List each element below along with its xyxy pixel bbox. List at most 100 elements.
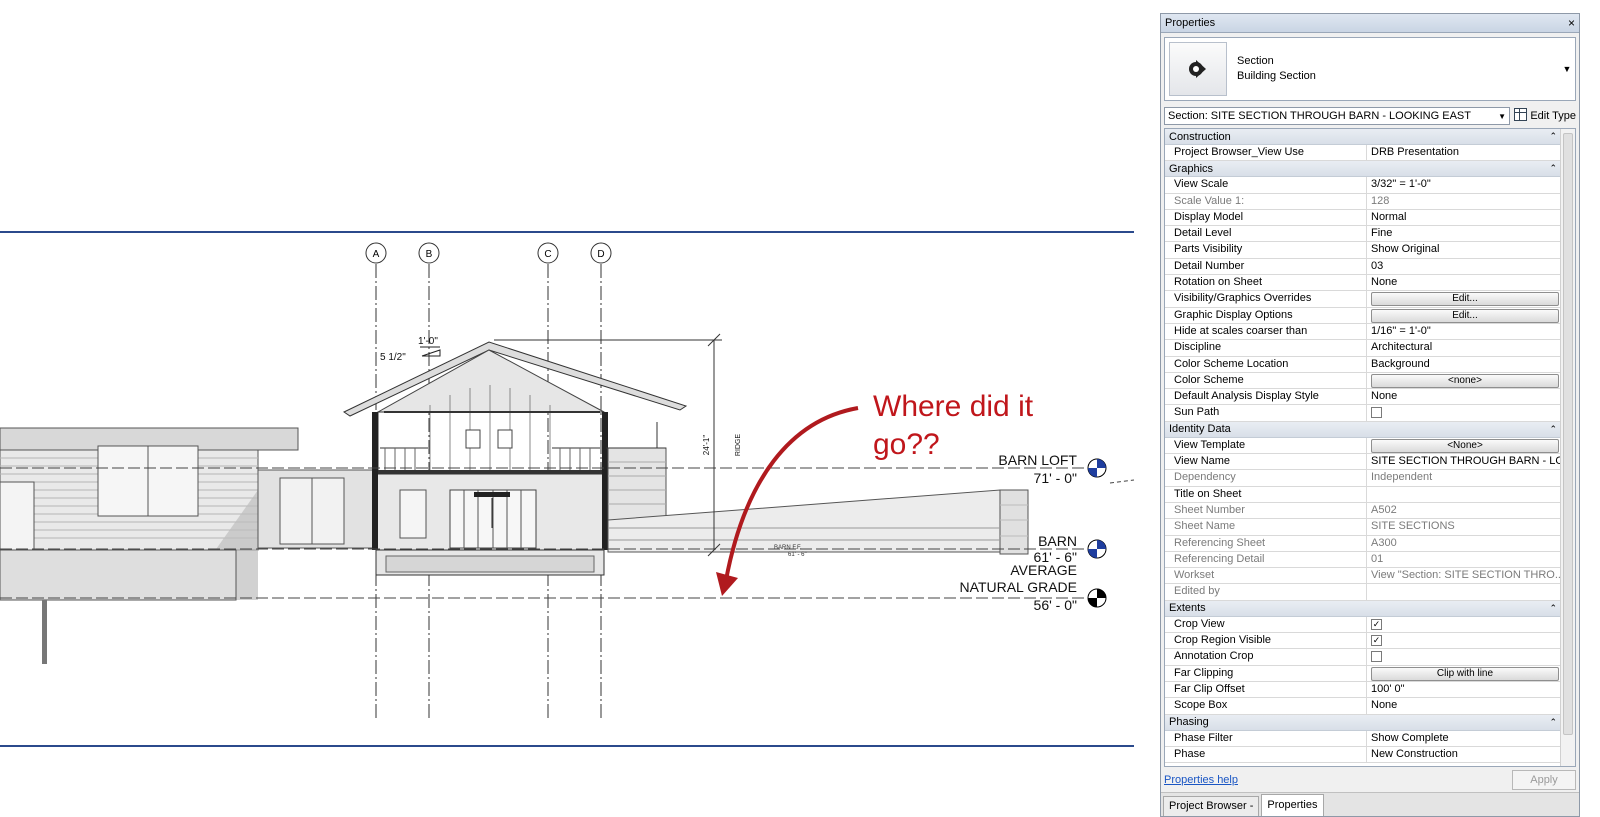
collapse-icon[interactable]: ⌃ bbox=[1549, 131, 1557, 142]
group-phasing[interactable]: Phasing ⌃ bbox=[1165, 714, 1575, 731]
property-row-referencing-sheet[interactable]: Referencing Sheet A300 bbox=[1165, 535, 1561, 552]
property-value[interactable]: ✓ bbox=[1367, 617, 1561, 632]
property-value[interactable]: Edit... bbox=[1367, 308, 1561, 323]
property-row-hide-at-scales-coarser-than[interactable]: Hide at scales coarser than 1/16" = 1'-0" bbox=[1165, 323, 1561, 341]
property-row-scale-value-1[interactable]: Scale Value 1: 128 bbox=[1165, 193, 1561, 210]
property-value[interactable]: Edit... bbox=[1367, 291, 1561, 307]
property-value[interactable] bbox=[1367, 487, 1561, 502]
level-head-barn[interactable]: BARN 61' - 6" bbox=[1034, 533, 1107, 565]
apply-button[interactable]: Apply bbox=[1512, 770, 1576, 790]
tab-project-browser[interactable]: Project Browser - bbox=[1163, 796, 1260, 816]
property-checkbox[interactable] bbox=[1371, 651, 1382, 663]
property-value[interactable]: <None> bbox=[1367, 438, 1561, 453]
properties-scrollbar[interactable] bbox=[1560, 129, 1575, 766]
property-row-workset[interactable]: Workset View "Section: SITE SECTION THRO.… bbox=[1165, 568, 1561, 585]
property-button[interactable]: Clip with line bbox=[1371, 666, 1559, 681]
property-row-annotation-crop[interactable]: Annotation Crop bbox=[1165, 649, 1561, 666]
collapse-icon[interactable]: ⌃ bbox=[1549, 717, 1557, 728]
property-value[interactable]: Show Original bbox=[1367, 242, 1561, 257]
chevron-down-icon[interactable]: ▼ bbox=[1559, 64, 1575, 74]
grid-bubble-a[interactable]: A bbox=[365, 242, 387, 264]
instance-selector[interactable]: Section: SITE SECTION THROUGH BARN - LOO… bbox=[1164, 107, 1510, 125]
property-row-sheet-number[interactable]: Sheet Number A502 bbox=[1165, 502, 1561, 520]
property-row-scope-box[interactable]: Scope Box None bbox=[1165, 698, 1561, 715]
group-construction[interactable]: Construction ⌃ bbox=[1165, 129, 1575, 145]
property-row-rotation-on-sheet[interactable]: Rotation on Sheet None bbox=[1165, 275, 1561, 292]
property-row-sheet-name[interactable]: Sheet Name SITE SECTIONS bbox=[1165, 519, 1561, 536]
close-icon[interactable]: × bbox=[1568, 16, 1575, 30]
property-row-crop-view[interactable]: Crop View ✓ bbox=[1165, 616, 1561, 634]
property-row-far-clipping[interactable]: Far Clipping Clip with line bbox=[1165, 665, 1561, 682]
property-button[interactable]: <None> bbox=[1371, 438, 1559, 453]
property-row-phase[interactable]: Phase New Construction bbox=[1165, 746, 1561, 764]
property-row-dependency[interactable]: Dependency Independent bbox=[1165, 470, 1561, 487]
property-value[interactable]: None bbox=[1367, 275, 1561, 290]
property-row-phase-filter[interactable]: Phase Filter Show Complete bbox=[1165, 730, 1561, 747]
property-row-display-model[interactable]: Display Model Normal bbox=[1165, 209, 1561, 227]
property-value[interactable]: Normal bbox=[1367, 210, 1561, 225]
property-button[interactable]: Edit... bbox=[1371, 292, 1559, 307]
property-row-detail-level[interactable]: Detail Level Fine bbox=[1165, 226, 1561, 243]
level-head-barn-loft[interactable]: BARN LOFT 71' - 0" bbox=[998, 452, 1107, 486]
group-graphics[interactable]: Graphics ⌃ bbox=[1165, 161, 1575, 178]
property-value[interactable]: None bbox=[1367, 698, 1561, 713]
property-value[interactable]: DRB Presentation bbox=[1367, 145, 1561, 160]
property-row-view-scale[interactable]: View Scale 3/32" = 1'-0" bbox=[1165, 177, 1561, 194]
property-row-detail-number[interactable]: Detail Number 03 bbox=[1165, 258, 1561, 276]
property-value[interactable]: 1/16" = 1'-0" bbox=[1367, 324, 1561, 339]
scrollbar-thumb[interactable] bbox=[1563, 133, 1573, 735]
property-value[interactable]: New Construction bbox=[1367, 747, 1561, 762]
property-row-color-scheme-location[interactable]: Color Scheme Location Background bbox=[1165, 356, 1561, 373]
group-extents[interactable]: Extents ⌃ bbox=[1165, 600, 1575, 617]
grid-bubble-b[interactable]: B bbox=[418, 242, 440, 264]
property-row-discipline[interactable]: Discipline Architectural bbox=[1165, 340, 1561, 357]
property-value[interactable]: Fine bbox=[1367, 226, 1561, 241]
group-identity-data[interactable]: Identity Data ⌃ bbox=[1165, 421, 1575, 438]
property-value[interactable]: 3/32" = 1'-0" bbox=[1367, 177, 1561, 192]
property-value[interactable]: SITE SECTION THROUGH BARN - LO... bbox=[1367, 454, 1561, 469]
property-value[interactable]: 03 bbox=[1367, 259, 1561, 274]
property-row-crop-region-visible[interactable]: Crop Region Visible ✓ bbox=[1165, 633, 1561, 650]
roof-slope-annotation[interactable]: 1'-0" 5 1/2" bbox=[380, 336, 441, 363]
property-row-title-on-sheet[interactable]: Title on Sheet bbox=[1165, 486, 1561, 503]
type-selector[interactable]: Section Building Section ▼ bbox=[1164, 37, 1576, 101]
property-row-referencing-detail[interactable]: Referencing Detail 01 bbox=[1165, 551, 1561, 569]
grid-bubble-d[interactable]: D bbox=[590, 242, 612, 264]
property-row-graphic-display-options[interactable]: Graphic Display Options Edit... bbox=[1165, 307, 1561, 324]
property-value[interactable]: None bbox=[1367, 389, 1561, 404]
property-value[interactable] bbox=[1367, 649, 1561, 664]
property-value[interactable] bbox=[1367, 405, 1561, 420]
property-row-view-name[interactable]: View Name SITE SECTION THROUGH BARN - LO.… bbox=[1165, 454, 1561, 471]
collapse-icon[interactable]: ⌃ bbox=[1549, 424, 1557, 435]
property-row-far-clip-offset[interactable]: Far Clip Offset 100' 0" bbox=[1165, 681, 1561, 699]
property-row-visibility-graphics-overrides[interactable]: Visibility/Graphics Overrides Edit... bbox=[1165, 291, 1561, 308]
level-head-grade[interactable]: AVERAGE NATURAL GRADE 56' - 0" bbox=[960, 562, 1107, 613]
property-row-sun-path[interactable]: Sun Path bbox=[1165, 405, 1561, 422]
property-value[interactable]: ✓ bbox=[1367, 633, 1561, 648]
property-value[interactable]: Clip with line bbox=[1367, 666, 1561, 681]
property-row-parts-visibility[interactable]: Parts Visibility Show Original bbox=[1165, 242, 1561, 259]
edit-type-button[interactable]: Edit Type bbox=[1510, 108, 1576, 124]
property-row-edited-by[interactable]: Edited by bbox=[1165, 584, 1561, 601]
property-value[interactable]: Background bbox=[1367, 357, 1561, 372]
tab-properties[interactable]: Properties bbox=[1261, 794, 1324, 816]
property-button[interactable]: <none> bbox=[1371, 373, 1559, 388]
property-row-project-browser-view-use[interactable]: Project Browser_View Use DRB Presentation bbox=[1165, 145, 1561, 162]
properties-grid[interactable]: Construction ⌃ Project Browser_View Use DRB… bbox=[1164, 128, 1576, 767]
property-checkbox[interactable]: ✓ bbox=[1371, 635, 1382, 647]
property-checkbox[interactable]: ✓ bbox=[1371, 618, 1382, 630]
property-row-default-analysis-display-style[interactable]: Default Analysis Display Style None bbox=[1165, 389, 1561, 406]
collapse-icon[interactable]: ⌃ bbox=[1549, 163, 1557, 174]
collapse-icon[interactable]: ⌃ bbox=[1549, 603, 1557, 614]
property-value[interactable]: Show Complete bbox=[1367, 731, 1561, 746]
property-value[interactable]: 100' 0" bbox=[1367, 682, 1561, 697]
property-row-view-template[interactable]: View Template <None> bbox=[1165, 437, 1561, 455]
drawing-canvas[interactable]: A B C D BARN F.F. 61' - 6" BARN LOFT 71'… bbox=[0, 0, 1160, 817]
properties-help-link[interactable]: Properties help bbox=[1164, 774, 1238, 786]
property-value[interactable]: <none> bbox=[1367, 373, 1561, 388]
property-value[interactable]: Architectural bbox=[1367, 340, 1561, 355]
property-row-color-scheme[interactable]: Color Scheme <none> bbox=[1165, 372, 1561, 390]
properties-titlebar[interactable]: Properties × bbox=[1161, 14, 1579, 33]
property-button[interactable]: Edit... bbox=[1371, 308, 1559, 323]
property-checkbox[interactable] bbox=[1371, 407, 1382, 419]
